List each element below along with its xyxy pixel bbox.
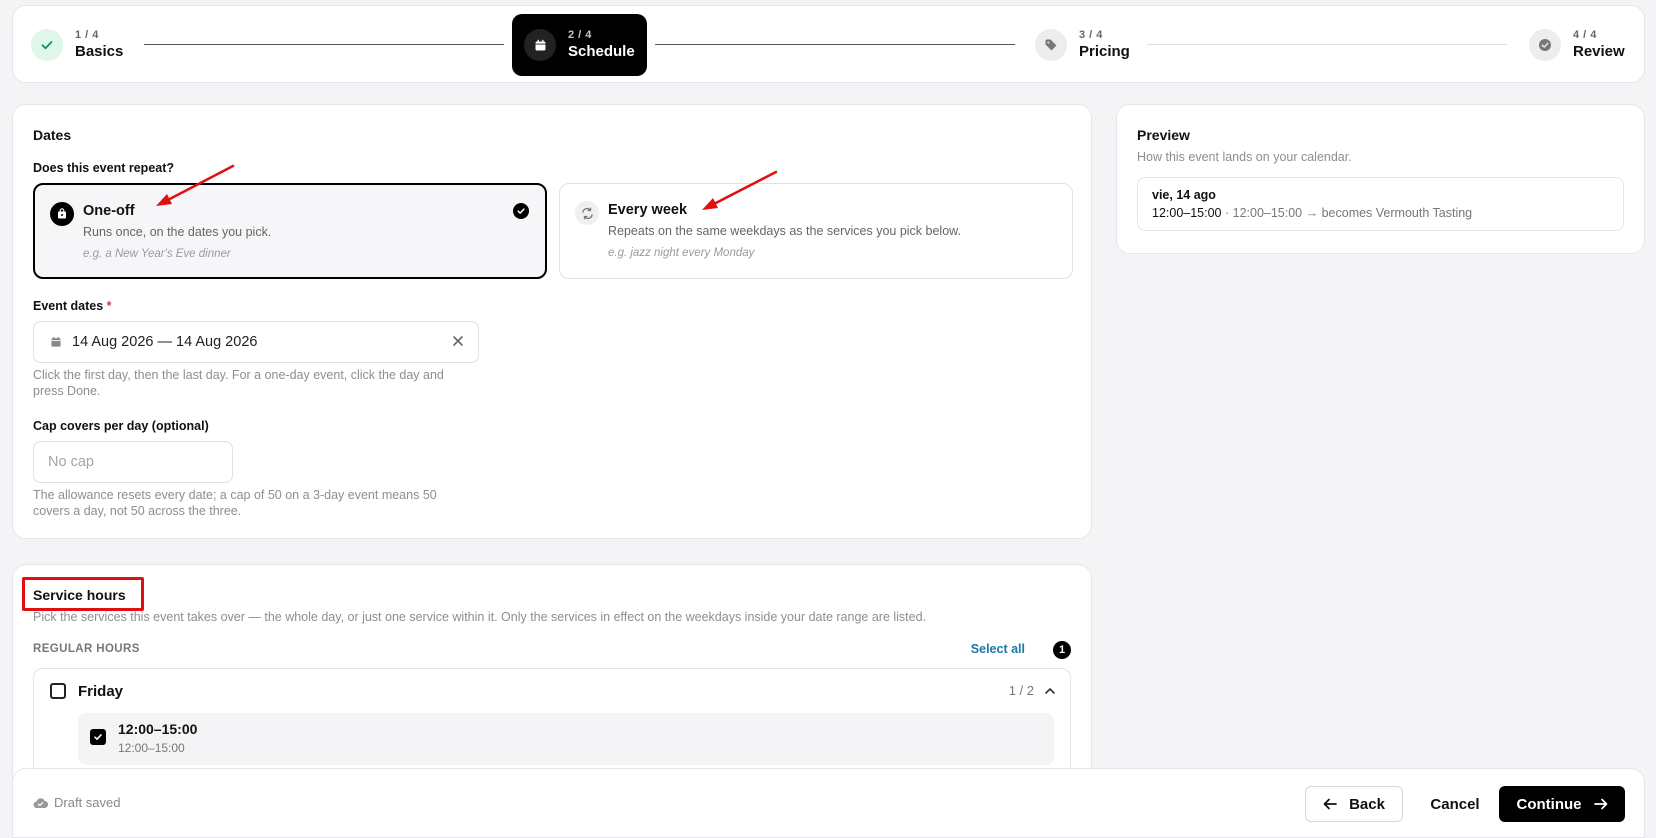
step-connector: [144, 44, 504, 45]
arrow-right-icon: [1593, 798, 1608, 810]
preview-time: 12:00–15:00 · 12:00–15:00 → becomes Verm…: [1152, 206, 1473, 220]
preview-title: Preview: [1137, 127, 1190, 143]
cancel-button[interactable]: Cancel: [1415, 786, 1495, 822]
cloud-check-icon: [33, 797, 48, 809]
annotation-arrow: [156, 164, 235, 206]
cap-input[interactable]: No cap: [33, 441, 233, 483]
preview-subtitle: How this event lands on your calendar.: [1137, 150, 1352, 164]
select-all-link[interactable]: Select all: [971, 642, 1025, 656]
check-icon: [31, 29, 63, 61]
slot-subtitle: 12:00–15:00: [118, 741, 185, 755]
selected-check-icon: [513, 203, 529, 219]
step-number: 4 / 4: [1573, 29, 1597, 41]
required-mark: *: [106, 299, 112, 313]
slot-title: 12:00–15:00: [118, 721, 198, 737]
option-one-off[interactable]: One-off Runs once, on the dates you pick…: [33, 183, 547, 279]
friday-checkbox[interactable]: [50, 683, 66, 699]
stepper: 1 / 4 Basics 2 / 4 Schedule 3 / 4 Pricin…: [12, 5, 1645, 83]
slot-checkbox[interactable]: [90, 729, 106, 745]
step-label: Pricing: [1079, 43, 1130, 60]
cap-label: Cap covers per day (optional): [33, 419, 209, 433]
step-label: Review: [1573, 43, 1625, 60]
option-title: One-off: [83, 203, 135, 219]
option-every-week[interactable]: Every week Repeats on the same weekdays …: [559, 183, 1073, 279]
event-dates-help: Click the first day, then the last day. …: [33, 368, 444, 398]
step-connector: [655, 44, 1015, 45]
back-button[interactable]: Back: [1305, 786, 1403, 822]
continue-button[interactable]: Continue: [1499, 786, 1625, 822]
step-schedule[interactable]: 2 / 4 Schedule: [512, 14, 647, 76]
step-number: 2 / 4: [568, 29, 592, 41]
step-basics[interactable]: 1 / 4 Basics: [31, 6, 123, 84]
preview-card: Preview How this event lands on your cal…: [1116, 104, 1645, 254]
chevron-up-icon[interactable]: [1044, 686, 1056, 696]
option-example: e.g. jazz night every Monday: [608, 247, 755, 259]
event-dates-value: 14 Aug 2026 — 14 Aug 2026: [72, 334, 258, 350]
step-connector: [1147, 44, 1507, 45]
footer-bar: Draft saved Back Cancel Continue: [12, 768, 1645, 838]
service-title: Service hours: [33, 587, 126, 603]
preview-entry: vie, 14 ago 12:00–15:00 · 12:00–15:00 → …: [1137, 177, 1624, 231]
regular-hours-label: REGULAR HOURS: [33, 643, 140, 655]
day-count: 1 / 2: [1008, 683, 1034, 698]
preview-day: vie, 14 ago: [1152, 188, 1216, 202]
repeat-icon: [575, 201, 599, 225]
arrow-left-icon: [1323, 798, 1337, 810]
tag-icon: [1035, 29, 1067, 61]
bag-icon: [50, 202, 74, 226]
service-desc: Pick the services this event takes over …: [33, 610, 927, 624]
service-slot-row[interactable]: 12:00–15:00 12:00–15:00: [78, 713, 1054, 765]
calendar-icon: [524, 29, 556, 61]
option-desc: Repeats on the same weekdays as the serv…: [608, 224, 961, 238]
option-title: Every week: [608, 202, 688, 218]
step-number: 1 / 4: [75, 29, 99, 41]
day-name: Friday: [78, 683, 124, 700]
step-pricing[interactable]: 3 / 4 Pricing: [1035, 6, 1130, 84]
event-dates-label: Event dates *: [33, 299, 112, 313]
selected-count-badge: 1: [1053, 641, 1071, 659]
clear-icon[interactable]: [452, 335, 464, 347]
step-review[interactable]: 4 / 4 Review: [1529, 6, 1625, 84]
draft-status: Draft saved: [33, 795, 120, 810]
step-label: Schedule: [568, 43, 635, 60]
calendar-icon: [50, 336, 62, 348]
check-circle-icon: [1529, 29, 1561, 61]
cap-placeholder: No cap: [48, 454, 94, 470]
option-desc: Runs once, on the dates you pick.: [83, 225, 272, 239]
event-dates-input[interactable]: 14 Aug 2026 — 14 Aug 2026: [33, 321, 479, 363]
step-number: 3 / 4: [1079, 29, 1103, 41]
step-label: Basics: [75, 43, 124, 60]
cap-help: The allowance resets every date; a cap o…: [33, 488, 437, 518]
option-example: e.g. a New Year's Eve dinner: [83, 248, 231, 260]
dates-title: Dates: [33, 127, 72, 143]
annotation-arrow: [702, 170, 778, 210]
